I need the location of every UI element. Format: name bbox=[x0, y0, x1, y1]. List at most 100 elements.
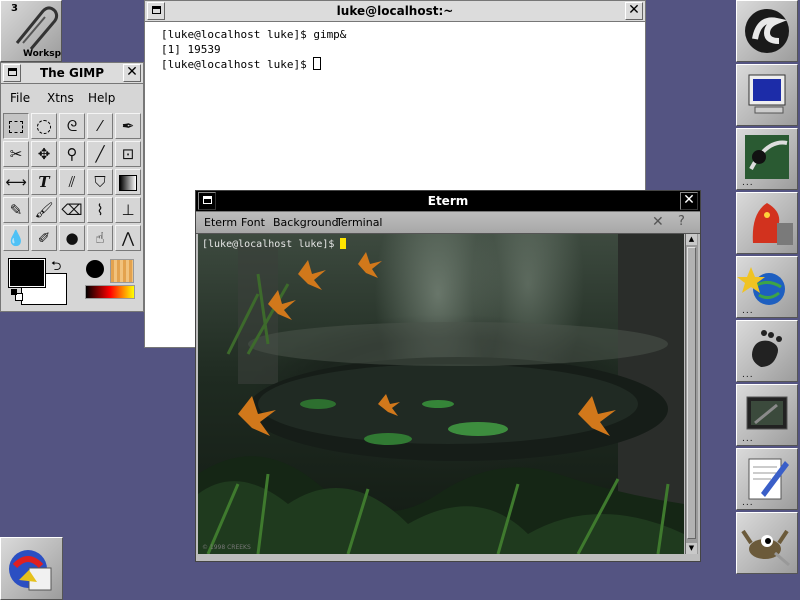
scissors-tool-icon[interactable]: ✂ bbox=[3, 141, 29, 167]
eterm-prompt: [luke@localhost luke]$ bbox=[202, 239, 341, 250]
xterm-output[interactable]: [luke@localhost luke]$ gimp& [1] 19539 [lu… bbox=[161, 27, 346, 72]
gradient-tool-icon[interactable] bbox=[115, 169, 141, 195]
miniaturize-button[interactable] bbox=[3, 64, 21, 82]
flip-tool-icon[interactable]: ⟷ bbox=[3, 169, 29, 195]
close-icon: ✕ bbox=[126, 64, 138, 80]
paperclip-icon bbox=[15, 6, 59, 50]
close-button[interactable]: ✕ bbox=[123, 64, 141, 82]
magic-wand-tool-icon[interactable]: ⁄ bbox=[87, 113, 113, 139]
miniaturize-icon bbox=[151, 6, 161, 14]
eterm-title: Eterm bbox=[427, 194, 469, 208]
menu-font[interactable]: Font bbox=[241, 216, 265, 229]
workspace-clip[interactable]: 3 Worksp bbox=[0, 0, 62, 62]
dock-tile[interactable]: ... bbox=[736, 384, 798, 446]
smudge-tool-icon[interactable]: ☝ bbox=[87, 225, 113, 251]
text-tool-icon[interactable]: T bbox=[31, 169, 57, 195]
dragon-icon bbox=[752, 203, 793, 245]
crop-tool-icon[interactable]: ⊡ bbox=[115, 141, 141, 167]
clone-stamp-tool-icon[interactable]: ⊥ bbox=[115, 197, 141, 223]
gimp-title: The GIMP bbox=[39, 66, 105, 80]
launching-dots: ... bbox=[742, 434, 754, 444]
zoom-tool-icon[interactable]: ⚲ bbox=[59, 141, 85, 167]
launching-dots: ... bbox=[742, 498, 754, 508]
bezier-select-tool-icon[interactable]: ✒ bbox=[115, 113, 141, 139]
foreground-color-swatch[interactable] bbox=[8, 258, 46, 288]
airbrush-tool-icon[interactable]: ⌇ bbox=[87, 197, 113, 223]
ellipse-select-tool-icon[interactable] bbox=[31, 113, 57, 139]
dock-tile[interactable] bbox=[736, 64, 798, 126]
gimp-menubar: File Xtns Help bbox=[1, 85, 143, 111]
wilber-gimp-icon bbox=[741, 529, 790, 567]
miniaturize-icon bbox=[202, 196, 212, 204]
text-cursor bbox=[313, 57, 322, 70]
app-launcher-tile[interactable] bbox=[0, 537, 63, 600]
eterm-menubar: Eterm Font Background Terminal ✕ ? bbox=[196, 212, 700, 234]
eraser-tool-icon[interactable]: ⌫ bbox=[59, 197, 85, 223]
miniaturize-icon bbox=[7, 68, 17, 76]
dock-tile[interactable] bbox=[736, 512, 798, 574]
eterm-titlebar[interactable]: Eterm bbox=[196, 191, 700, 212]
close-button[interactable]: ✕ bbox=[680, 192, 698, 210]
workspace-label: Worksp bbox=[23, 49, 62, 59]
close-icon: ✕ bbox=[683, 192, 695, 208]
dock-tile[interactable] bbox=[736, 192, 798, 254]
paintbrush-tool-icon[interactable]: 🖌 bbox=[31, 197, 57, 223]
lasso-tool-icon[interactable]: ᘓ bbox=[59, 113, 85, 139]
gradient-indicator[interactable] bbox=[85, 285, 135, 299]
ink-tool-icon[interactable]: ✐ bbox=[31, 225, 57, 251]
terminal-line: [luke@localhost luke]$ bbox=[161, 58, 314, 71]
menu-terminal[interactable]: Terminal bbox=[336, 216, 383, 229]
eterm-prompt-line: [luke@localhost luke]$ bbox=[202, 238, 347, 250]
menu-help[interactable]: Help bbox=[88, 91, 115, 105]
launching-dots: ... bbox=[742, 306, 754, 316]
close-button[interactable]: ✕ bbox=[625, 2, 643, 20]
default-colors-icon[interactable] bbox=[11, 289, 23, 301]
miniaturize-button[interactable] bbox=[147, 2, 165, 20]
xterm-title: luke@localhost:~ bbox=[336, 4, 454, 18]
scroll-thumb[interactable] bbox=[687, 247, 696, 539]
color-area[interactable]: ⮌ bbox=[3, 255, 73, 309]
dock-tile[interactable]: ... bbox=[736, 128, 798, 190]
dock-tile[interactable] bbox=[736, 0, 798, 62]
gimp-titlebar[interactable]: The GIMP bbox=[1, 63, 143, 84]
measure-tool-icon[interactable]: ⋀ bbox=[115, 225, 141, 251]
xterm-titlebar[interactable]: luke@localhost:~ bbox=[145, 1, 645, 22]
dock-tile[interactable]: ... bbox=[736, 320, 798, 382]
pencil-line-tool-icon[interactable]: ╱ bbox=[87, 141, 113, 167]
debian-swirl-icon bbox=[745, 9, 789, 53]
rect-select-tool-icon[interactable] bbox=[3, 113, 29, 139]
swap-colors-icon[interactable]: ⮌ bbox=[51, 257, 61, 279]
miniaturize-button[interactable] bbox=[198, 192, 216, 210]
blur-tool-icon[interactable]: 💧 bbox=[3, 225, 29, 251]
launching-dots: ... bbox=[742, 370, 754, 380]
background-image: © 1998 CREEKS bbox=[198, 234, 684, 554]
pattern-indicator[interactable] bbox=[110, 259, 134, 283]
scroll-up-arrow-icon[interactable]: ▲ bbox=[686, 234, 697, 245]
monitor-icon bbox=[748, 74, 786, 114]
eterm-close-icon[interactable]: ✕ bbox=[652, 214, 664, 230]
eterm-scrollbar[interactable]: ▲ ▼ bbox=[685, 234, 698, 554]
watermark-text: © 1998 CREEKS bbox=[202, 544, 251, 551]
dock-tile[interactable]: ... bbox=[736, 448, 798, 510]
launching-dots: ... bbox=[742, 178, 754, 188]
pencil-tool-icon[interactable]: ✎ bbox=[3, 197, 29, 223]
gimp-toolbox-window[interactable]: The GIMP ✕ File Xtns Help ᘓ ⁄ ✒ ✂ ✥ ⚲ ╱ … bbox=[0, 62, 144, 312]
menu-background[interactable]: Background bbox=[273, 216, 339, 229]
menu-file[interactable]: File bbox=[10, 91, 30, 105]
menu-eterm[interactable]: Eterm bbox=[204, 216, 237, 229]
dodge-burn-tool-icon[interactable]: ● bbox=[59, 225, 85, 251]
dock: ... ... ... ... ... bbox=[736, 0, 800, 576]
text-cursor bbox=[340, 238, 347, 249]
menu-xtns[interactable]: Xtns bbox=[47, 91, 74, 105]
close-icon: ✕ bbox=[628, 2, 640, 18]
eterm-window[interactable]: Eterm ✕ Eterm Font Background Terminal ✕… bbox=[195, 190, 701, 562]
scroll-down-arrow-icon[interactable]: ▼ bbox=[686, 543, 697, 554]
terminal-line: [luke@localhost luke]$ gimp& bbox=[161, 28, 347, 41]
dock-tile[interactable]: ... bbox=[736, 256, 798, 318]
color-picker-tool-icon[interactable]: ⫽ bbox=[59, 169, 85, 195]
eterm-terminal-area[interactable]: © 1998 CREEKS [luke@localhost luke]$ bbox=[198, 234, 684, 554]
move-tool-icon[interactable]: ✥ bbox=[31, 141, 57, 167]
brush-indicator[interactable] bbox=[85, 259, 107, 281]
bucket-fill-tool-icon[interactable]: ⛉ bbox=[87, 169, 113, 195]
eterm-help-icon[interactable]: ? bbox=[678, 214, 685, 229]
